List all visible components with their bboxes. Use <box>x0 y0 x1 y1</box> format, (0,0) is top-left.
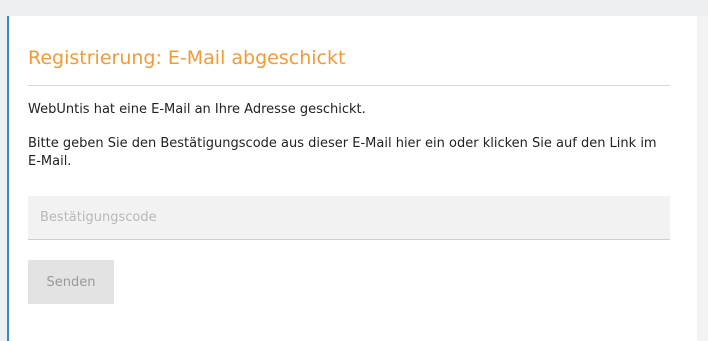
confirmation-code-input[interactable] <box>28 196 670 240</box>
right-edge-panel <box>697 16 708 341</box>
instruction-text: Bitte geben Sie den Bestätigungscode aus… <box>28 136 657 169</box>
page-title: Registrierung: E-Mail abgeschickt <box>28 47 346 69</box>
send-button[interactable]: Senden <box>28 260 114 304</box>
top-background-strip <box>0 0 708 16</box>
confirmation-message: WebUntis hat eine E-Mail an Ihre Adresse… <box>28 102 366 117</box>
title-divider <box>28 85 670 86</box>
